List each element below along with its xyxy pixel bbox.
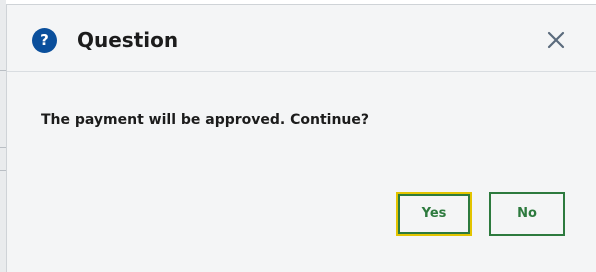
question-dialog: ? Question The payment will be approved.… [6, 4, 596, 272]
no-button[interactable]: No [489, 192, 565, 236]
yes-button[interactable]: Yes [396, 192, 472, 236]
dialog-message: The payment will be approved. Continue? [41, 112, 370, 128]
dialog-title: Question [77, 28, 179, 52]
help-icon: ? [32, 28, 57, 53]
close-icon [547, 31, 565, 49]
close-button[interactable] [543, 27, 569, 53]
dialog-header: ? Question [7, 5, 596, 72]
